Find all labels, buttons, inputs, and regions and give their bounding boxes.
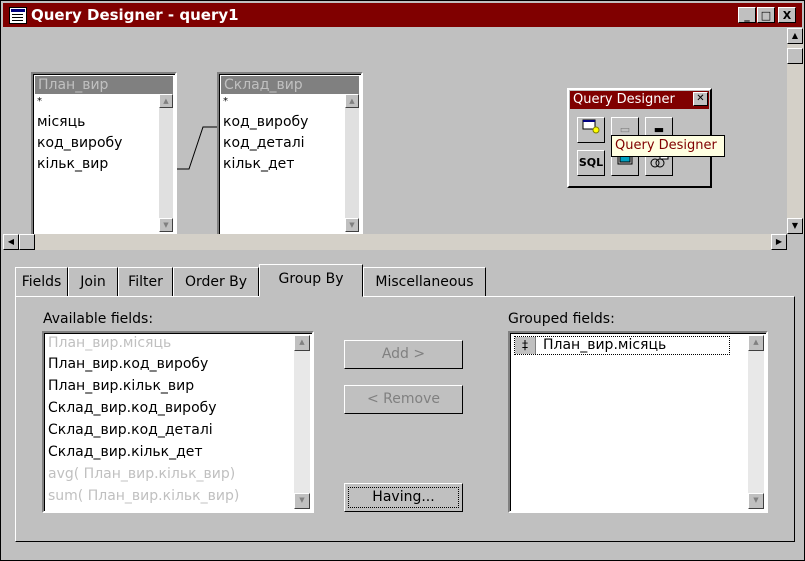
move-handle[interactable]: ‡ (515, 337, 536, 354)
scroll-left-icon[interactable]: ◀ (3, 234, 19, 250)
table-header[interactable]: План_вир (35, 76, 173, 94)
add-button[interactable]: Add > (344, 340, 463, 369)
minimize-button[interactable]: _ (738, 7, 756, 23)
selected-row[interactable]: ‡ План_вир.місяць (514, 336, 730, 355)
scroll-up-icon[interactable]: ▲ (159, 94, 173, 108)
field-item[interactable]: кільк_дет (223, 156, 294, 172)
scroll-thumb[interactable] (19, 234, 35, 250)
sql-icon: SQL (578, 156, 604, 169)
scroll-down-icon[interactable]: ▼ (159, 218, 173, 232)
grouped-fields-list[interactable]: ‡ План_вир.місяць ▲ ▼ (508, 331, 768, 513)
field-item[interactable]: код_деталі (223, 135, 305, 151)
table-icon (582, 119, 600, 134)
field-item[interactable]: місяць (37, 114, 85, 130)
field-item[interactable]: кільк_вир (37, 156, 108, 172)
list-item[interactable]: План_вир.кільк_вир (48, 378, 194, 394)
field-item[interactable]: * (37, 96, 42, 107)
table-plan-vyr[interactable]: План_вир * місяць код_виробу кільк_вир ▲… (31, 72, 177, 236)
maximize-button[interactable]: □ (757, 7, 775, 23)
title-bar[interactable]: Query Designer - query1 _ □ X (3, 3, 802, 27)
list-item[interactable]: avg( План_вир.кільк_вир) (48, 466, 235, 482)
close-button[interactable]: X (778, 7, 796, 23)
scroll-down-icon[interactable]: ▼ (345, 218, 359, 232)
table-header[interactable]: Склад_вир (221, 76, 359, 94)
grouped-fields-label: Grouped fields: (508, 311, 615, 327)
tab-filter[interactable]: Filter (118, 267, 173, 297)
diagram-vertical-scrollbar[interactable]: ▲ ▼ (787, 28, 804, 234)
available-fields-list[interactable]: План_вир.місяць План_вир.код_виробу План… (42, 331, 314, 513)
table-scrollbar[interactable]: ▲ ▼ (159, 94, 173, 232)
scroll-right-icon[interactable]: ▶ (771, 234, 787, 250)
list-item[interactable]: sum( План_вир.кільк_вир) (48, 488, 239, 504)
list-item[interactable]: План_вир.код_виробу (48, 356, 208, 372)
table-sklad-vyr[interactable]: Склад_вир * код_виробу код_деталі кільк_… (217, 72, 363, 236)
tab-order-by[interactable]: Order By (173, 267, 259, 297)
list-scrollbar[interactable]: ▲ ▼ (294, 335, 310, 509)
scroll-down-icon[interactable]: ▼ (787, 218, 803, 234)
scroll-up-icon[interactable]: ▲ (345, 94, 359, 108)
window-title: Query Designer - query1 (31, 6, 239, 24)
add-table-button[interactable] (577, 117, 605, 143)
tab-join[interactable]: Join (68, 267, 118, 297)
scroll-thumb[interactable] (787, 48, 803, 64)
field-item[interactable]: код_виробу (37, 135, 122, 151)
tab-group-by[interactable]: Group By (259, 264, 363, 297)
list-item[interactable]: Склад_вир.кільк_дет (48, 444, 203, 460)
diagram-horizontal-scrollbar[interactable]: ◀ ▶ (3, 234, 787, 250)
scroll-down-icon[interactable]: ▼ (748, 493, 764, 509)
join-line (177, 126, 217, 170)
scroll-up-icon[interactable]: ▲ (748, 335, 764, 351)
tab-miscellaneous[interactable]: Miscellaneous (363, 267, 486, 297)
list-item[interactable]: Склад_вир.код_виробу (48, 400, 217, 416)
list-item[interactable]: План_вир.місяць (543, 337, 666, 354)
remove-button[interactable]: < Remove (344, 385, 463, 414)
having-button[interactable]: Having... (344, 483, 463, 512)
list-item[interactable]: Склад_вир.код_деталі (48, 422, 213, 438)
scroll-up-icon[interactable]: ▲ (787, 28, 803, 44)
tooltip: Query Designer (611, 135, 725, 157)
scroll-up-icon[interactable]: ▲ (294, 335, 310, 351)
scroll-down-icon[interactable]: ▼ (294, 493, 310, 509)
toolbar-title[interactable]: Query Designer (570, 91, 709, 109)
show-sql-button[interactable]: SQL (577, 150, 605, 176)
group-by-panel: Available fields: План_вир.місяць План_в… (15, 296, 795, 542)
field-item[interactable]: * (223, 96, 228, 107)
app-icon (9, 7, 27, 24)
list-item[interactable]: План_вир.місяць (48, 335, 171, 351)
list-scrollbar[interactable]: ▲ ▼ (748, 335, 764, 509)
query-designer-window: Query Designer - query1 _ □ X План_вир *… (0, 0, 805, 561)
table-scrollbar[interactable]: ▲ ▼ (345, 94, 359, 232)
toolbar-close-button[interactable]: ✕ (693, 92, 708, 106)
available-fields-label: Available fields: (43, 311, 154, 327)
field-item[interactable]: код_виробу (223, 114, 308, 130)
tab-fields[interactable]: Fields (15, 267, 68, 297)
